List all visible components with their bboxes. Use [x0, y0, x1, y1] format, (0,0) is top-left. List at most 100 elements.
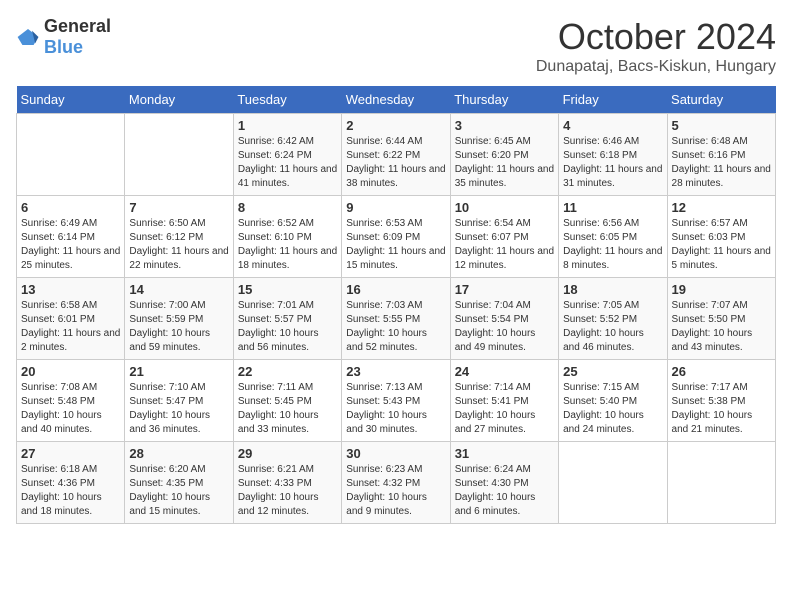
calendar-day-cell: 18 Sunrise: 7:05 AM Sunset: 5:52 PM Dayli… [559, 278, 667, 360]
logo-text: General Blue [44, 16, 111, 58]
day-number: 14 [129, 282, 228, 297]
calendar-day-cell: 31 Sunrise: 6:24 AM Sunset: 4:30 PM Dayli… [450, 442, 558, 524]
day-info: Sunrise: 7:01 AM Sunset: 5:57 PM Dayligh… [238, 299, 337, 355]
day-number: 23 [346, 364, 445, 379]
day-number: 11 [563, 200, 662, 215]
day-info: Sunrise: 6:58 AM Sunset: 6:01 PM Dayligh… [21, 299, 120, 355]
day-of-week-header: Thursday [450, 86, 558, 114]
day-info: Sunrise: 7:10 AM Sunset: 5:47 PM Dayligh… [129, 381, 228, 437]
calendar-day-cell: 17Sunrise: 7:04 AM Sunset: 5:54 PM Dayli… [450, 278, 558, 360]
day-number: 10 [455, 200, 554, 215]
day-number: 29 [238, 446, 337, 461]
day-info: Sunrise: 7:15 AM Sunset: 5:40 PM Dayligh… [563, 381, 662, 437]
calendar-header-row: SundayMondayTuesdayWednesdayThursdayFrid… [17, 86, 776, 114]
calendar-day-cell: 16Sunrise: 7:03 AM Sunset: 5:55 PM Dayli… [342, 278, 450, 360]
day-info: Sunrise: 6:20 AM Sunset: 4:35 PM Dayligh… [129, 463, 228, 519]
day-info: Sunrise: 6:44 AM Sunset: 6:22 PM Dayligh… [346, 135, 445, 191]
calendar-day-cell: 28 Sunrise: 6:20 AM Sunset: 4:35 PM Dayli… [125, 442, 233, 524]
day-of-week-header: Tuesday [233, 86, 341, 114]
calendar-day-cell [17, 114, 125, 196]
day-info: Sunrise: 6:52 AM Sunset: 6:10 PM Dayligh… [238, 217, 337, 273]
day-info: Sunrise: 6:42 AM Sunset: 6:24 PM Dayligh… [238, 135, 337, 191]
calendar-day-cell: 27 Sunrise: 6:18 AM Sunset: 4:36 PM Dayli… [17, 442, 125, 524]
calendar-day-cell: 11 Sunrise: 6:56 AM Sunset: 6:05 PM Dayli… [559, 196, 667, 278]
day-number: 5 [672, 118, 771, 133]
day-info: Sunrise: 7:05 AM Sunset: 5:52 PM Dayligh… [563, 299, 662, 355]
calendar-day-cell: 12Sunrise: 6:57 AM Sunset: 6:03 PM Dayli… [667, 196, 775, 278]
calendar-week-row: 1 Sunrise: 6:42 AM Sunset: 6:24 PM Daylig… [17, 114, 776, 196]
calendar-day-cell [559, 442, 667, 524]
calendar-day-cell: 5 Sunrise: 6:48 AM Sunset: 6:16 PM Daylig… [667, 114, 775, 196]
calendar-day-cell: 15 Sunrise: 7:01 AM Sunset: 5:57 PM Dayli… [233, 278, 341, 360]
logo-blue: Blue [44, 37, 83, 57]
calendar-day-cell: 4Sunrise: 6:46 AM Sunset: 6:18 PM Daylig… [559, 114, 667, 196]
day-number: 2 [346, 118, 445, 133]
day-info: Sunrise: 6:23 AM Sunset: 4:32 PM Dayligh… [346, 463, 445, 519]
day-number: 15 [238, 282, 337, 297]
day-number: 27 [21, 446, 120, 461]
day-of-week-header: Friday [559, 86, 667, 114]
day-number: 7 [129, 200, 228, 215]
generalblue-logo-icon [16, 27, 40, 47]
calendar-day-cell: 29 Sunrise: 6:21 AM Sunset: 4:33 PM Dayli… [233, 442, 341, 524]
day-number: 19 [672, 282, 771, 297]
calendar-day-cell [125, 114, 233, 196]
calendar-day-cell: 25 Sunrise: 7:15 AM Sunset: 5:40 PM Dayli… [559, 360, 667, 442]
calendar-week-row: 27 Sunrise: 6:18 AM Sunset: 4:36 PM Dayli… [17, 442, 776, 524]
day-number: 18 [563, 282, 662, 297]
day-info: Sunrise: 7:00 AM Sunset: 5:59 PM Dayligh… [129, 299, 228, 355]
calendar-day-cell: 13 Sunrise: 6:58 AM Sunset: 6:01 PM Dayli… [17, 278, 125, 360]
day-info: Sunrise: 6:45 AM Sunset: 6:20 PM Dayligh… [455, 135, 554, 191]
calendar-day-cell [667, 442, 775, 524]
day-info: Sunrise: 6:18 AM Sunset: 4:36 PM Dayligh… [21, 463, 120, 519]
calendar-day-cell: 10 Sunrise: 6:54 AM Sunset: 6:07 PM Dayli… [450, 196, 558, 278]
day-number: 8 [238, 200, 337, 215]
day-of-week-header: Saturday [667, 86, 775, 114]
day-number: 9 [346, 200, 445, 215]
day-info: Sunrise: 6:49 AM Sunset: 6:14 PM Dayligh… [21, 217, 120, 273]
day-number: 28 [129, 446, 228, 461]
calendar-day-cell: 20Sunrise: 7:08 AM Sunset: 5:48 PM Dayli… [17, 360, 125, 442]
day-info: Sunrise: 7:08 AM Sunset: 5:48 PM Dayligh… [21, 381, 120, 437]
calendar-table: SundayMondayTuesdayWednesdayThursdayFrid… [16, 86, 776, 524]
day-info: Sunrise: 7:07 AM Sunset: 5:50 PM Dayligh… [672, 299, 771, 355]
title-area: October 2024 Dunapataj, Bacs-Kiskun, Hun… [536, 16, 776, 76]
day-number: 3 [455, 118, 554, 133]
day-info: Sunrise: 6:56 AM Sunset: 6:05 PM Dayligh… [563, 217, 662, 273]
calendar-day-cell: 26Sunrise: 7:17 AM Sunset: 5:38 PM Dayli… [667, 360, 775, 442]
calendar-day-cell: 2 Sunrise: 6:44 AM Sunset: 6:22 PM Daylig… [342, 114, 450, 196]
day-info: Sunrise: 6:50 AM Sunset: 6:12 PM Dayligh… [129, 217, 228, 273]
day-number: 1 [238, 118, 337, 133]
calendar-week-row: 20Sunrise: 7:08 AM Sunset: 5:48 PM Dayli… [17, 360, 776, 442]
calendar-day-cell: 6Sunrise: 6:49 AM Sunset: 6:14 PM Daylig… [17, 196, 125, 278]
calendar-day-cell: 7 Sunrise: 6:50 AM Sunset: 6:12 PM Daylig… [125, 196, 233, 278]
day-number: 31 [455, 446, 554, 461]
day-info: Sunrise: 6:54 AM Sunset: 6:07 PM Dayligh… [455, 217, 554, 273]
calendar-day-cell: 24 Sunrise: 7:14 AM Sunset: 5:41 PM Dayli… [450, 360, 558, 442]
day-number: 4 [563, 118, 662, 133]
month-title: October 2024 [536, 16, 776, 58]
day-info: Sunrise: 7:14 AM Sunset: 5:41 PM Dayligh… [455, 381, 554, 437]
day-info: Sunrise: 6:48 AM Sunset: 6:16 PM Dayligh… [672, 135, 771, 191]
calendar-day-cell: 23 Sunrise: 7:13 AM Sunset: 5:43 PM Dayli… [342, 360, 450, 442]
calendar-day-cell: 1 Sunrise: 6:42 AM Sunset: 6:24 PM Daylig… [233, 114, 341, 196]
day-number: 25 [563, 364, 662, 379]
calendar-day-cell: 8 Sunrise: 6:52 AM Sunset: 6:10 PM Daylig… [233, 196, 341, 278]
day-of-week-header: Wednesday [342, 86, 450, 114]
day-number: 21 [129, 364, 228, 379]
calendar-week-row: 13 Sunrise: 6:58 AM Sunset: 6:01 PM Dayli… [17, 278, 776, 360]
day-number: 13 [21, 282, 120, 297]
day-number: 24 [455, 364, 554, 379]
day-info: Sunrise: 7:13 AM Sunset: 5:43 PM Dayligh… [346, 381, 445, 437]
day-info: Sunrise: 6:57 AM Sunset: 6:03 PM Dayligh… [672, 217, 771, 273]
day-info: Sunrise: 6:24 AM Sunset: 4:30 PM Dayligh… [455, 463, 554, 519]
logo-general: General [44, 16, 111, 36]
calendar-day-cell: 30 Sunrise: 6:23 AM Sunset: 4:32 PM Dayli… [342, 442, 450, 524]
day-number: 30 [346, 446, 445, 461]
calendar-day-cell: 3 Sunrise: 6:45 AM Sunset: 6:20 PM Daylig… [450, 114, 558, 196]
day-number: 26 [672, 364, 771, 379]
page-header: General Blue October 2024 Dunapataj, Bac… [16, 16, 776, 76]
calendar-week-row: 6Sunrise: 6:49 AM Sunset: 6:14 PM Daylig… [17, 196, 776, 278]
day-number: 17 [455, 282, 554, 297]
day-info: Sunrise: 6:21 AM Sunset: 4:33 PM Dayligh… [238, 463, 337, 519]
